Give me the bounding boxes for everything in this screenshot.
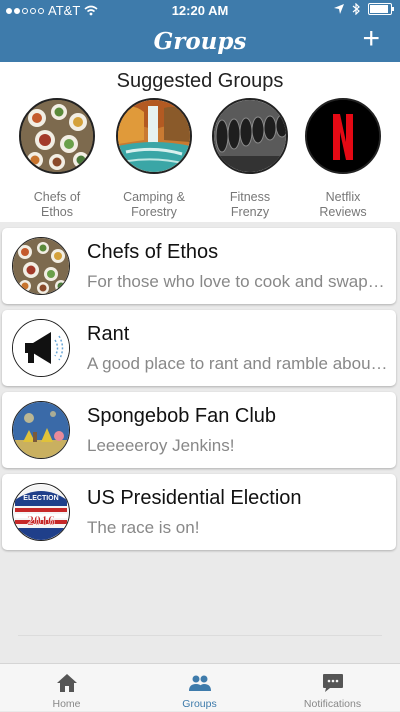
suggested-group-label: Camping & Forestry — [123, 190, 185, 219]
battery-icon — [368, 3, 394, 15]
suggested-group-chefs-of-ethos[interactable]: Chefs of Ethos — [11, 98, 103, 220]
election-badge-top: ELECTION — [23, 495, 58, 502]
group-name: Chefs of Ethos — [87, 241, 219, 263]
suggested-group-label: Fitness Frenzy — [229, 190, 271, 219]
suggested-group-label: Netflix Reviews — [319, 190, 367, 219]
group-avatar — [12, 237, 70, 295]
netflix-logo — [305, 98, 381, 174]
group-description: Leeeeeroy Jenkins! — [87, 436, 235, 455]
group-description: A good place to rant and ramble about an… — [87, 354, 389, 373]
suggested-group-label: Chefs of Ethos — [33, 190, 81, 219]
election-badge-year: 2016 — [27, 514, 55, 529]
group-avatar — [12, 401, 70, 459]
group-name: Spongebob Fan Club — [87, 405, 277, 427]
election-badge: ELECTION 2016 — [12, 483, 70, 541]
group-description: For those who love to cook and swap reci… — [87, 272, 389, 291]
home-icon — [55, 672, 79, 694]
status-bar: AT&T 12:20 AM — [0, 0, 400, 20]
dumbbells-image — [212, 98, 288, 174]
divider — [18, 635, 382, 636]
suggested-groups-title: Suggested Groups — [116, 70, 284, 92]
group-description: The race is on! — [87, 518, 200, 537]
tab-home[interactable]: Home — [0, 664, 133, 712]
tab-groups[interactable]: Groups — [133, 664, 266, 712]
group-card-us-presidential-election[interactable]: ELECTION 2016 US Presidential Election T… — [2, 474, 396, 550]
suggested-groups-section: Suggested Groups Chefs of Ethos Camping … — [0, 62, 400, 222]
nav-bar: Groups + — [0, 20, 400, 62]
tab-label: Groups — [182, 698, 217, 710]
suggested-group-fitness-frenzy[interactable]: Fitness Frenzy — [204, 98, 296, 220]
waterfall-image — [116, 98, 192, 174]
group-card-rant[interactable]: Rant A good place to rant and ramble abo… — [2, 310, 396, 386]
notifications-icon — [321, 672, 345, 694]
add-group-button[interactable]: + — [362, 22, 380, 56]
page-title: Groups — [153, 28, 247, 55]
megaphone-icon — [12, 319, 70, 377]
location-arrow-icon — [334, 4, 344, 14]
tab-notifications[interactable]: Notifications — [266, 664, 399, 712]
group-card-spongebob-fan-club[interactable]: Spongebob Fan Club Leeeeeroy Jenkins! — [2, 392, 396, 468]
group-name: US Presidential Election — [87, 487, 302, 509]
tab-label: Home — [52, 698, 81, 710]
tab-label: Notifications — [303, 698, 362, 710]
bluetooth-icon — [352, 3, 360, 15]
group-name: Rant — [87, 323, 130, 345]
tab-bar: Home Groups Notifications — [0, 663, 400, 711]
suggested-group-netflix-reviews[interactable]: Netflix Reviews — [297, 98, 389, 220]
groups-icon — [188, 672, 212, 694]
food-image — [19, 98, 95, 174]
suggested-group-camping-forestry[interactable]: Camping & Forestry — [108, 98, 200, 220]
group-card-chefs-of-ethos[interactable]: Chefs of Ethos For those who love to coo… — [2, 228, 396, 304]
